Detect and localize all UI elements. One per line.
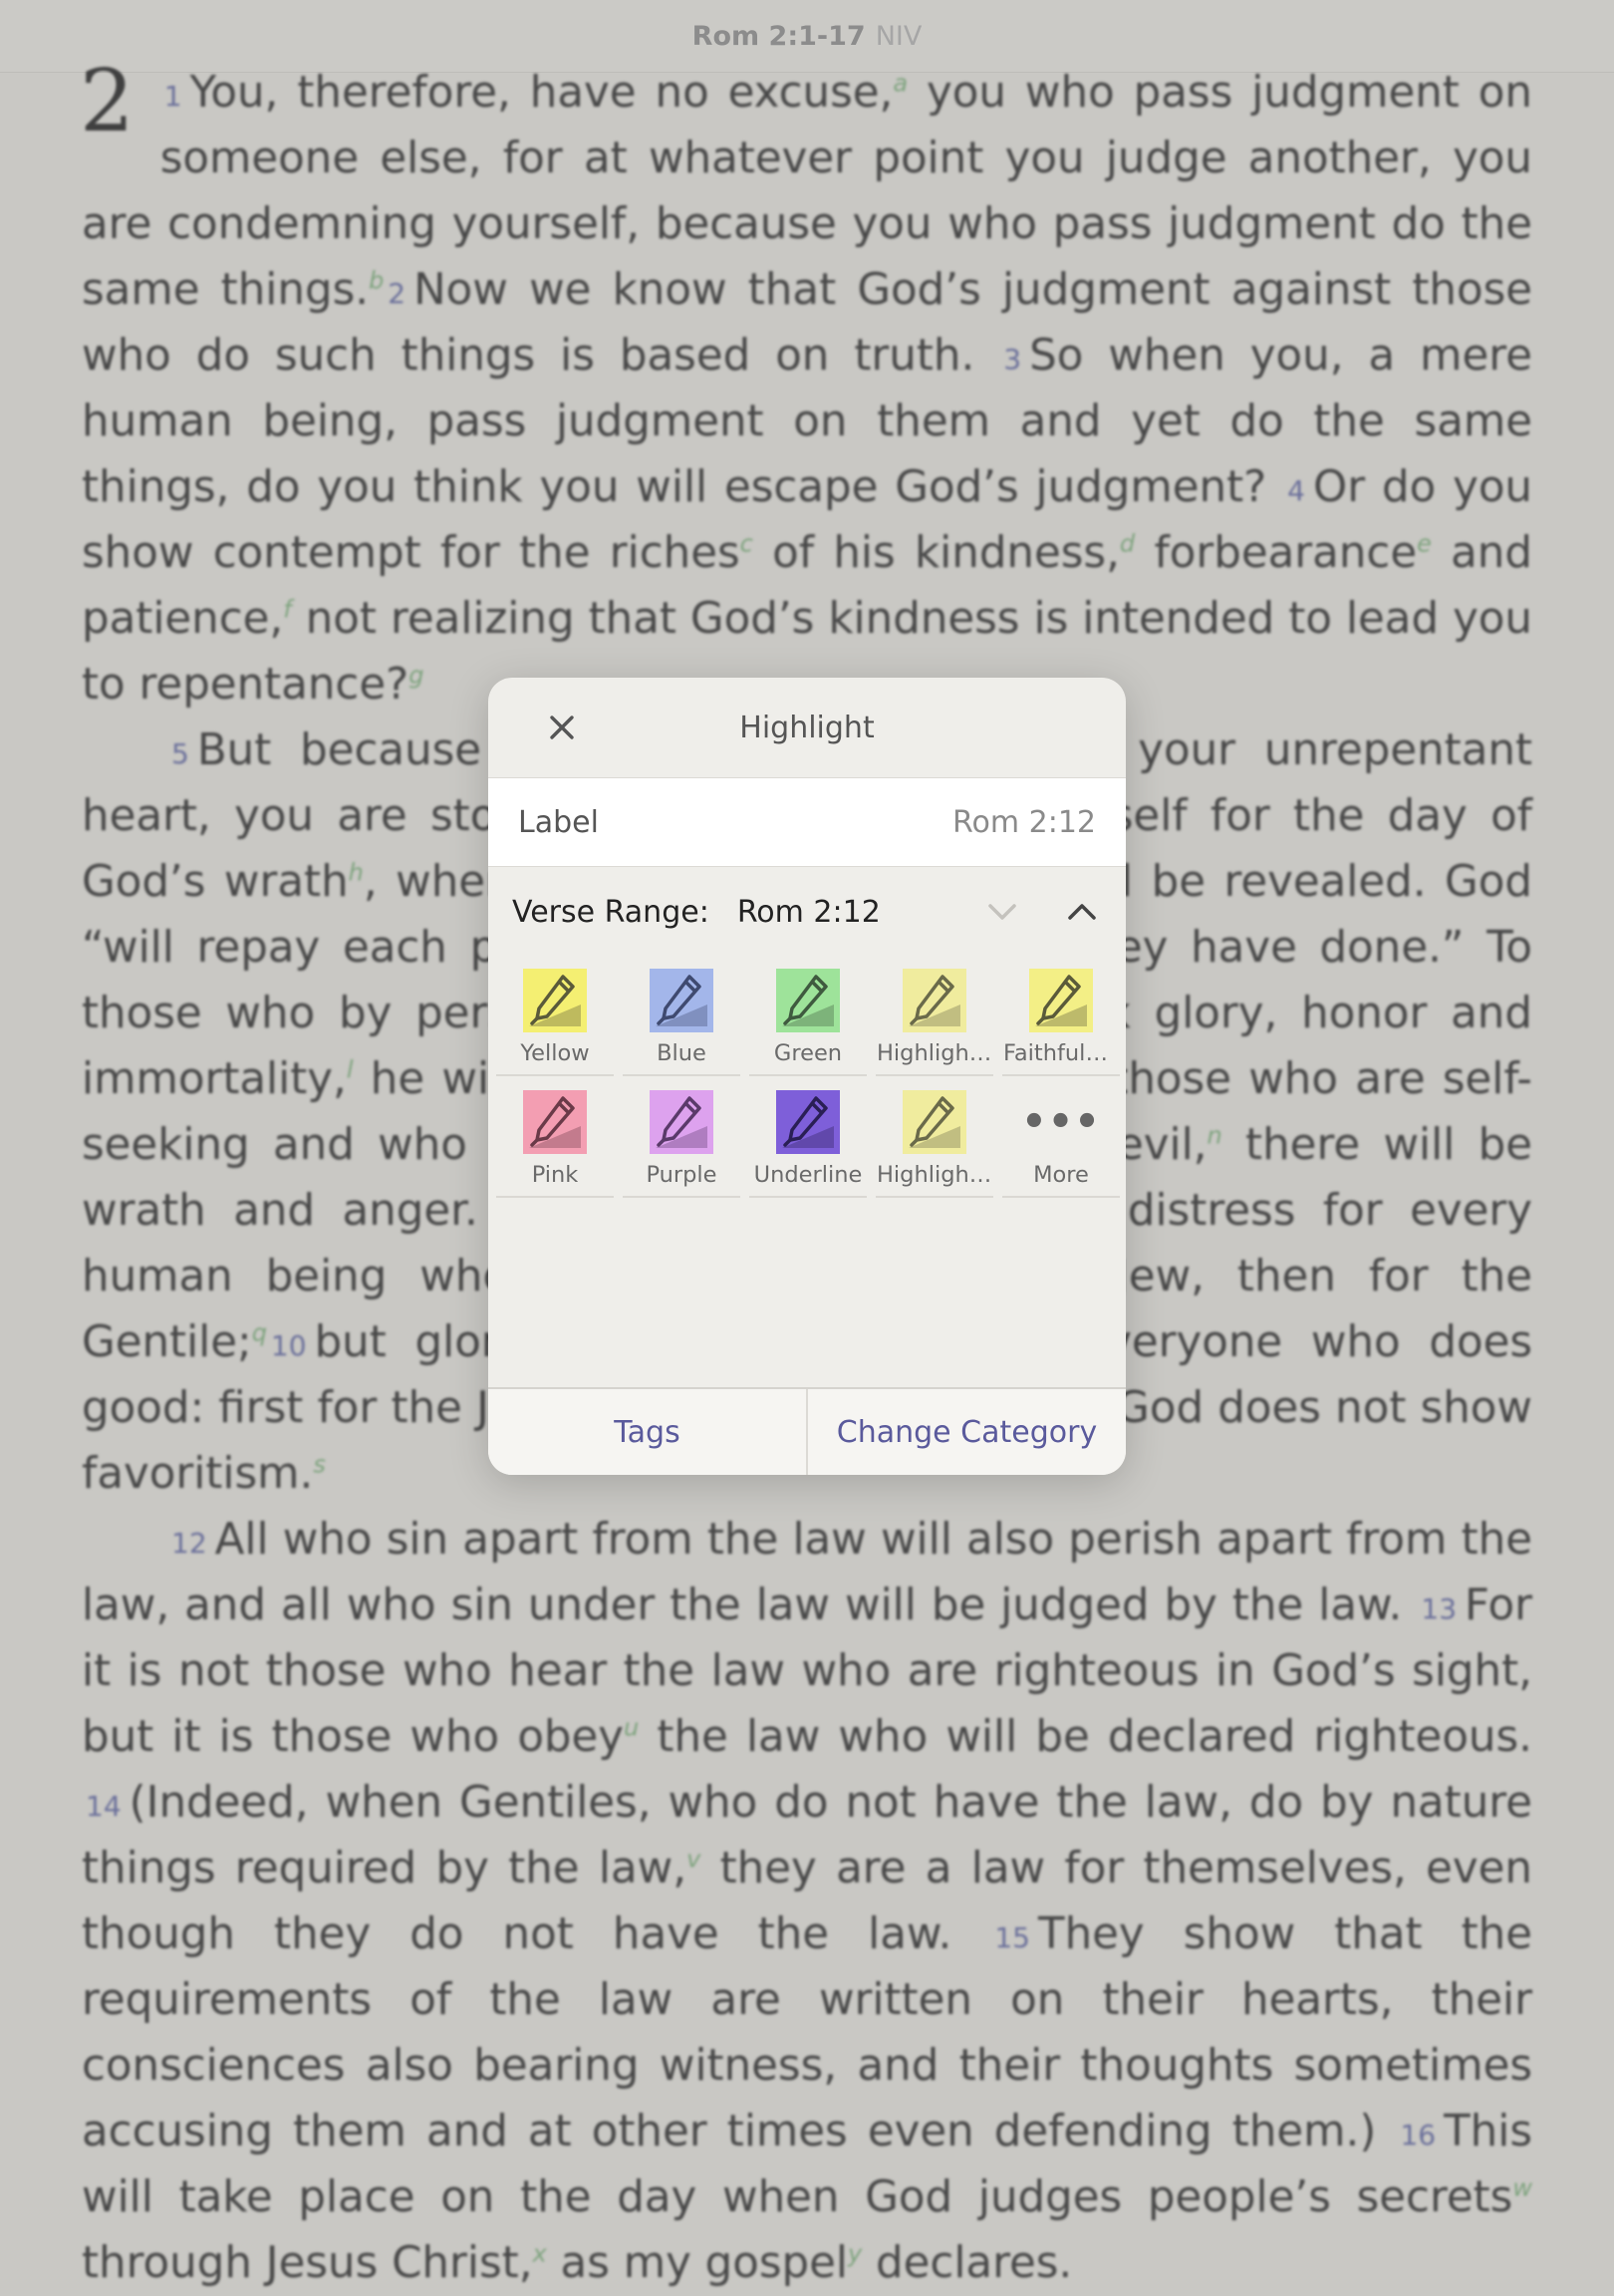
footnote-marker[interactable]: e	[1417, 530, 1432, 558]
highlight-style-label: Green	[773, 1040, 843, 1066]
highlight-style-label: Highlighter	[877, 1040, 992, 1066]
verse-range-row: Verse Range: Rom 2:12	[488, 867, 1126, 957]
footnote-marker[interactable]: x	[533, 2240, 547, 2268]
highlighter-pen-icon	[523, 1090, 587, 1154]
chevron-down-icon[interactable]	[982, 892, 1022, 932]
footnote-marker[interactable]: b	[369, 267, 384, 295]
highlight-style-option[interactable]: Blue	[623, 963, 740, 1076]
highlight-style-label: Faithfuln…	[1003, 1040, 1119, 1066]
highlight-style-label: Blue	[657, 1040, 706, 1066]
ellipsis-icon: •••	[1021, 1099, 1101, 1145]
label-reference: Rom 2:12	[952, 804, 1096, 840]
highlighter-pen-icon	[776, 969, 840, 1032]
verse-text: of his kindness,	[752, 528, 1120, 578]
highlighter-pen-icon	[1029, 969, 1093, 1032]
footnote-marker[interactable]: u	[624, 1714, 639, 1742]
highlight-style-option[interactable]: Underline	[749, 1084, 867, 1198]
verse-number[interactable]: 2	[388, 277, 405, 310]
paragraph: 1 You, therefore, have no excuse,a you wh…	[82, 60, 1532, 718]
verse-text: through Jesus Christ,	[82, 2238, 533, 2288]
highlight-style-label: Yellow	[520, 1040, 590, 1066]
highlight-dialog: Highlight Label Rom 2:12 Verse Range: Ro…	[488, 678, 1126, 1475]
more-styles-button[interactable]: ••• More	[1002, 1084, 1120, 1198]
tags-button[interactable]: Tags	[488, 1389, 806, 1475]
chevron-up-icon[interactable]	[1062, 892, 1102, 932]
highlight-style-label: Underline	[753, 1162, 863, 1188]
footnote-marker[interactable]: w	[1512, 2174, 1532, 2202]
verse-text: You, therefore, have no excuse,	[189, 68, 894, 118]
verse-number[interactable]: 14	[86, 1790, 122, 1823]
highlighter-pen-icon	[650, 969, 713, 1032]
label-text: Label	[518, 804, 599, 840]
footnote-marker[interactable]: a	[893, 70, 908, 98]
verse-text: the law who will be declared righteous.	[639, 1712, 1532, 1762]
verse-number[interactable]: 13	[1421, 1592, 1457, 1625]
highlighter-pen-icon	[903, 1090, 966, 1154]
verse-number[interactable]: 16	[1400, 2119, 1436, 2152]
footnote-marker[interactable]: v	[686, 1846, 700, 1873]
verse-number[interactable]: 3	[1003, 343, 1021, 376]
highlight-style-option[interactable]: Purple	[623, 1084, 740, 1198]
dialog-title: Highlight	[739, 710, 875, 745]
highlight-style-option[interactable]: Pink	[496, 1084, 614, 1198]
highlight-style-label: Purple	[646, 1162, 717, 1188]
highlight-style-option[interactable]: Highlighter	[876, 963, 993, 1076]
verse-number[interactable]: 5	[171, 737, 189, 770]
highlighter-pen-icon	[650, 1090, 713, 1154]
verse-text: All who sin apart from the law will also…	[82, 1515, 1532, 1630]
highlight-style-option[interactable]: Faithfuln…	[1002, 963, 1120, 1076]
verse-range-label: Verse Range:	[512, 894, 709, 930]
highlighter-pen-icon	[903, 969, 966, 1032]
footnote-marker[interactable]: g	[408, 662, 423, 690]
verse-text: declares.	[862, 2238, 1073, 2288]
verse-number[interactable]: 4	[1287, 474, 1305, 507]
footnote-marker[interactable]: q	[252, 1319, 267, 1347]
verse-number[interactable]: 15	[994, 1921, 1030, 1954]
version-label: NIV	[875, 20, 923, 52]
close-icon[interactable]	[546, 712, 578, 743]
verse-number[interactable]: 12	[171, 1527, 207, 1560]
change-category-button[interactable]: Change Category	[806, 1389, 1126, 1475]
label-row[interactable]: Label Rom 2:12	[488, 777, 1126, 867]
verse-number[interactable]: 1	[164, 80, 182, 113]
footnote-marker[interactable]: d	[1120, 530, 1135, 558]
reference-title: Rom 2:1-17	[691, 20, 866, 52]
highlight-style-option[interactable]: Green	[749, 963, 867, 1076]
verse-text: forbearance	[1135, 528, 1418, 578]
highlight-style-option[interactable]: Yellow	[496, 963, 614, 1076]
footnote-marker[interactable]: s	[313, 1451, 326, 1479]
dialog-footer: Tags Change Category	[488, 1387, 1126, 1475]
footnote-marker[interactable]: h	[349, 859, 364, 887]
highlighter-pen-icon	[776, 1090, 840, 1154]
verse-text: as my gospel	[546, 2238, 849, 2288]
footnote-marker[interactable]: l	[347, 1056, 354, 1084]
highlighter-pen-icon	[523, 969, 587, 1032]
footnote-marker[interactable]: n	[1208, 1122, 1222, 1150]
chapter-number: 2	[80, 52, 134, 151]
highlight-style-label: Highlighter	[877, 1162, 992, 1188]
verse-range-value: Rom 2:12	[736, 894, 881, 930]
highlight-style-grid: Yellow Blue Green Highlighter Faithfuln… Pink…	[488, 963, 1126, 1206]
highlight-style-option[interactable]: Highlighter	[876, 1084, 993, 1198]
footnote-marker[interactable]: f	[283, 596, 291, 624]
highlight-style-label: More	[1033, 1162, 1089, 1188]
paragraph: 12 All who sin apart from the law will al…	[82, 1507, 1532, 2296]
verse-number[interactable]: 10	[271, 1329, 307, 1362]
footnote-marker[interactable]: y	[848, 2240, 862, 2268]
footnote-marker[interactable]: c	[740, 530, 753, 558]
dialog-header: Highlight	[488, 678, 1126, 777]
highlight-style-label: Pink	[531, 1162, 579, 1188]
